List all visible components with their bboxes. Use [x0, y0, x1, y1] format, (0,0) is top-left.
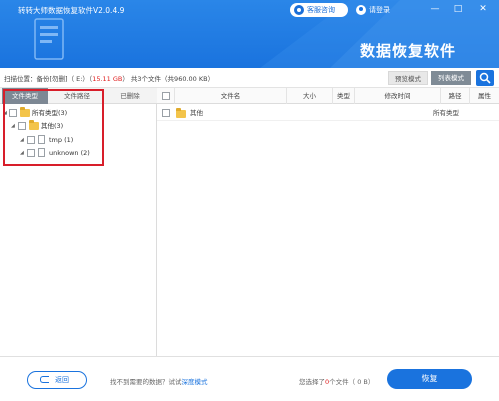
preview-mode-button[interactable]: 预览模式: [388, 71, 428, 85]
user-icon: [356, 5, 366, 15]
back-arrow-icon: [40, 376, 49, 383]
recover-button[interactable]: 恢复: [387, 369, 472, 389]
scan-suffix: ） 共3个文件（共960.00 KB）: [122, 75, 215, 83]
column-header-path[interactable]: 路径: [440, 88, 469, 104]
row-path: 所有类型: [433, 109, 459, 117]
document-icon: [34, 18, 64, 60]
login-button[interactable]: 请登录: [355, 3, 407, 17]
search-button[interactable]: [476, 70, 494, 86]
back-button[interactable]: 返回: [27, 371, 87, 389]
customer-service-label: 客服咨询: [307, 6, 335, 14]
customer-service-button[interactable]: 客服咨询: [290, 3, 348, 17]
scan-prefix: 扫描位置：备份[勿删]（ E:）（: [4, 75, 93, 83]
tab-deleted[interactable]: 已删除: [106, 88, 154, 104]
selected-files-info: 您选择了0个文件（ 0 B）: [299, 376, 374, 386]
title-bar: 转转大师数据恢复软件V2.0.4.9 客服咨询 请登录 — □ ✕ 数据恢复软件: [0, 0, 499, 68]
footer-bar: 返回 找不到需要的数据？试试深度模式 您选择了0个文件（ 0 B） 恢复: [0, 356, 499, 401]
checkbox-select-all[interactable]: [162, 92, 170, 100]
list-mode-button[interactable]: 列表模式: [431, 71, 471, 85]
column-header-attr[interactable]: 属性: [469, 88, 499, 104]
footer-tip: 找不到需要的数据？试试深度模式: [110, 376, 208, 386]
file-table: 文件名 大小 类型 修改时间 路径 属性 其他 所有类型: [157, 88, 499, 356]
scan-toolbar: 扫描位置：备份[勿删]（ E:）（15.11 GB） 共3个文件（共960.00…: [0, 68, 499, 88]
annotation-highlight-box: [3, 89, 104, 166]
search-icon: [479, 72, 491, 84]
selected-prefix: 您选择了: [299, 378, 325, 386]
column-header-name[interactable]: 文件名: [174, 88, 286, 104]
maximize-button[interactable]: □: [451, 2, 465, 16]
scan-size: 15.11 GB: [92, 75, 123, 83]
table-row[interactable]: 其他 所有类型: [157, 105, 499, 121]
column-header-type[interactable]: 类型: [332, 88, 354, 104]
minimize-button[interactable]: —: [428, 2, 442, 16]
folder-icon: [176, 108, 186, 118]
app-title: 转转大师数据恢复软件V2.0.4.9: [18, 6, 125, 15]
login-label: 请登录: [369, 6, 390, 14]
column-header-modified[interactable]: 修改时间: [354, 88, 440, 104]
row-checkbox[interactable]: [162, 109, 170, 117]
back-label: 返回: [55, 376, 69, 384]
selected-suffix: 个文件（ 0 B）: [329, 378, 375, 386]
table-header: 文件名 大小 类型 修改时间 路径 属性: [157, 88, 499, 104]
brand-logo-text: 数据恢复软件: [360, 42, 457, 60]
scan-location-info: 扫描位置：备份[勿删]（ E:）（15.11 GB） 共3个文件（共960.00…: [4, 73, 214, 83]
footer-tip-prefix: 找不到需要的数据？试试: [110, 378, 182, 386]
deep-mode-link[interactable]: 深度模式: [182, 378, 208, 386]
row-name: 其他: [190, 109, 203, 117]
column-header-size[interactable]: 大小: [286, 88, 332, 104]
headset-icon: [294, 5, 304, 15]
close-button[interactable]: ✕: [476, 2, 490, 16]
